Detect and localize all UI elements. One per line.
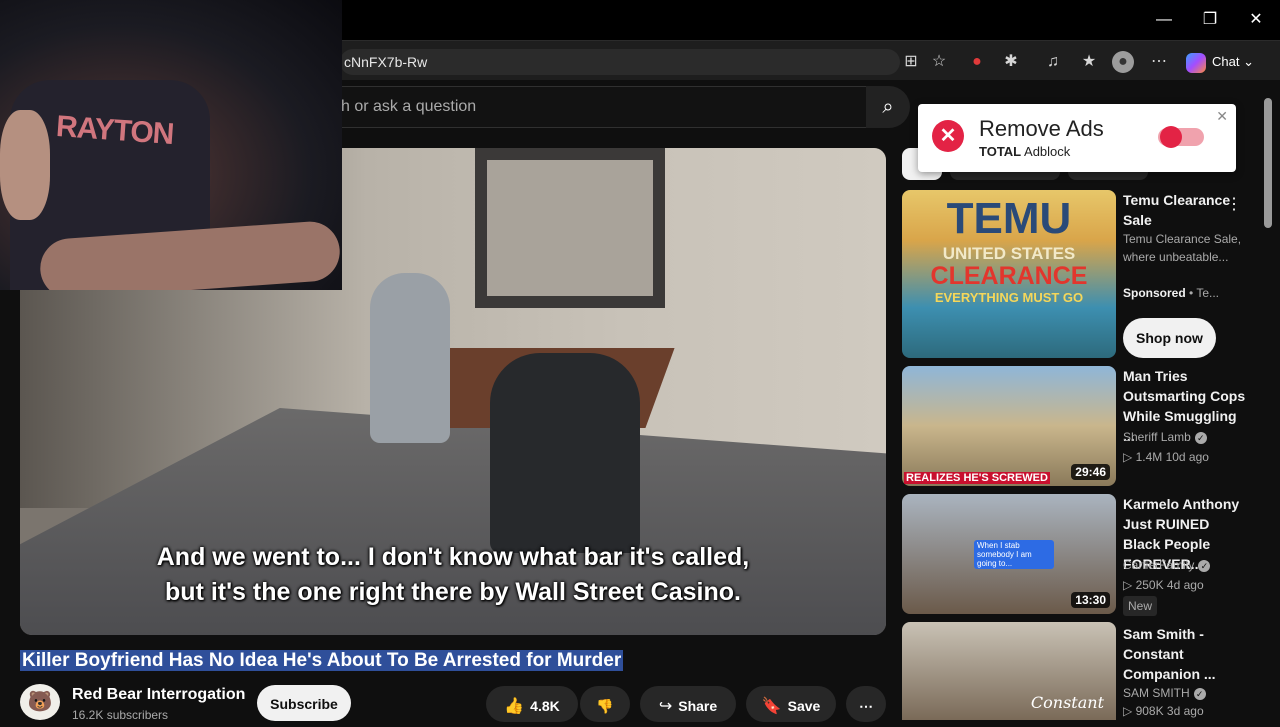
adblock-x-icon: ✕ xyxy=(932,120,964,152)
rec-thumbnail[interactable]: Constant xyxy=(902,622,1116,720)
more-actions-button[interactable]: ⋯ xyxy=(846,686,886,722)
share-button[interactable]: ↪ Share xyxy=(640,686,736,722)
thumb-caption: Constant xyxy=(1030,693,1104,712)
channel-avatar[interactable]: 🐻 xyxy=(20,684,60,720)
minimize-button[interactable]: — xyxy=(1152,8,1176,32)
webcam-overlay: RAYTON xyxy=(0,0,342,290)
adblock-popup: ✕ Remove Ads TOTAL Adblock ✕ xyxy=(918,104,1236,172)
close-window-button[interactable]: ✕ xyxy=(1244,8,1268,32)
bookmark-icon: 🔖 xyxy=(761,698,782,715)
kebab-menu-icon[interactable]: ⋮ xyxy=(1226,194,1242,214)
copilot-logo-icon xyxy=(1186,52,1206,73)
share-label: Share xyxy=(678,698,718,714)
save-label: Save xyxy=(787,698,821,714)
restore-button[interactable]: ❐ xyxy=(1198,8,1222,32)
detective-figure xyxy=(490,353,640,553)
page-scrollbar[interactable] xyxy=(1264,88,1272,720)
remove-ads-toggle[interactable] xyxy=(1158,126,1204,148)
save-button[interactable]: 🔖 Save xyxy=(746,686,836,722)
chat-button[interactable]: Chat ⌄ xyxy=(1186,49,1254,75)
rec-channel[interactable]: CartierFamily ✓ xyxy=(1123,556,1249,574)
caption-line-2: but it's the one right there by Wall Str… xyxy=(165,578,741,606)
video-title: Killer Boyfriend Has No Idea He's About … xyxy=(20,650,624,671)
thumb-text-us: UNITED STATES xyxy=(942,244,1076,263)
popup-brand: TOTAL Adblock xyxy=(979,144,1071,159)
subscribe-button[interactable]: Subscribe xyxy=(257,685,351,721)
rec-meta: ▷ 250K 4d ago xyxy=(1123,578,1204,592)
thumbs-up-icon: 👍 xyxy=(504,698,525,715)
address-bar[interactable]: cNnFX7b-Rw xyxy=(340,49,900,75)
thumbs-down-icon: 👎 xyxy=(596,698,614,714)
verified-icon: ✓ xyxy=(1194,432,1207,444)
observation-window xyxy=(475,148,665,308)
scrollbar-thumb[interactable] xyxy=(1264,98,1272,228)
adblock-extension-icon[interactable]: ● xyxy=(966,51,988,73)
recommendation-item[interactable]: REALIZES HE'S SCREWED 29:46 Man Tries Ou… xyxy=(902,366,1262,488)
rec-channel[interactable]: SAM SMITH ✓ xyxy=(1123,684,1249,702)
caption-line-1: And we went to... I don't know what bar … xyxy=(156,543,750,571)
like-button[interactable]: 👍 4.8K xyxy=(486,686,578,722)
channel-name[interactable]: Red Bear Interrogation xyxy=(72,686,245,704)
rec-description: Temu Clearance Sale, where unbeatable... xyxy=(1123,232,1242,264)
share-arrow-icon: ↪ xyxy=(658,698,673,715)
recommendation-ad[interactable]: TEMU UNITED STATES CLEARANCE EVERYTHING … xyxy=(902,190,1262,360)
dislike-button[interactable]: 👎 xyxy=(580,686,630,722)
like-count: 4.8K xyxy=(530,698,560,714)
rec-title[interactable]: Sam Smith - Constant Companion ... xyxy=(1123,624,1249,684)
chat-label: Chat xyxy=(1212,54,1240,69)
thumb-text-temu: TEMU xyxy=(946,194,1072,243)
extensions-icon[interactable]: ✱ xyxy=(1000,51,1022,73)
apps-icon[interactable]: ⊞ xyxy=(900,51,922,73)
popup-title: Remove Ads xyxy=(979,116,1104,141)
profile-avatar-icon[interactable]: ● xyxy=(1112,51,1134,73)
verified-icon: ✓ xyxy=(1198,560,1211,572)
duration-badge: 29:46 xyxy=(1071,464,1110,480)
rec-meta: ▷ 1.4M 10d ago xyxy=(1123,450,1209,464)
bear-logo-icon: 🐻 xyxy=(27,691,53,713)
search-input[interactable]: h or ask a question xyxy=(300,86,870,128)
rec-meta: ▷ 908K 3d ago xyxy=(1123,704,1204,718)
rec-badge: New xyxy=(1123,596,1249,616)
suspect-figure xyxy=(370,273,450,443)
thumb-text-clearance: CLEARANCE xyxy=(930,262,1088,290)
favorite-star-icon[interactable]: ☆ xyxy=(928,51,950,73)
rec-thumbnail[interactable]: REALIZES HE'S SCREWED 29:46 xyxy=(902,366,1116,486)
media-icon[interactable]: ♫ xyxy=(1042,51,1064,73)
search-icon: ⌕ xyxy=(882,96,894,118)
webcam-face xyxy=(0,110,50,220)
ad-thumbnail[interactable]: TEMU UNITED STATES CLEARANCE EVERYTHING … xyxy=(902,190,1116,358)
channel-row: 🐻 Red Bear Interrogation 16.2K subscribe… xyxy=(20,684,1020,722)
more-menu-icon[interactable]: ⋯ xyxy=(1148,51,1170,73)
thumb-caption: REALIZES HE'S SCREWED xyxy=(904,472,1050,484)
favorites-icon[interactable]: ★ xyxy=(1078,51,1100,73)
search-button[interactable]: ⌕ xyxy=(866,86,910,128)
shop-now-button[interactable]: Shop now xyxy=(1123,318,1216,358)
thumb-caption: When I stab somebody I am going to... xyxy=(974,540,1054,569)
rec-thumbnail[interactable]: When I stab somebody I am going to... 13… xyxy=(902,494,1116,614)
duration-badge: 13:30 xyxy=(1071,592,1110,608)
recommendation-item[interactable]: Constant Sam Smith - Constant Companion … xyxy=(902,622,1262,720)
rec-sponsored: Sponsored • Te... xyxy=(1123,286,1219,300)
thumb-text-everything: EVERYTHING MUST GO xyxy=(934,290,1084,305)
verified-icon: ✓ xyxy=(1193,688,1206,700)
recommendation-item[interactable]: When I stab somebody I am going to... 13… xyxy=(902,494,1262,616)
rec-channel[interactable]: Sheriff Lamb ✓ xyxy=(1123,428,1249,446)
popup-close-button[interactable]: ✕ xyxy=(1216,108,1228,125)
